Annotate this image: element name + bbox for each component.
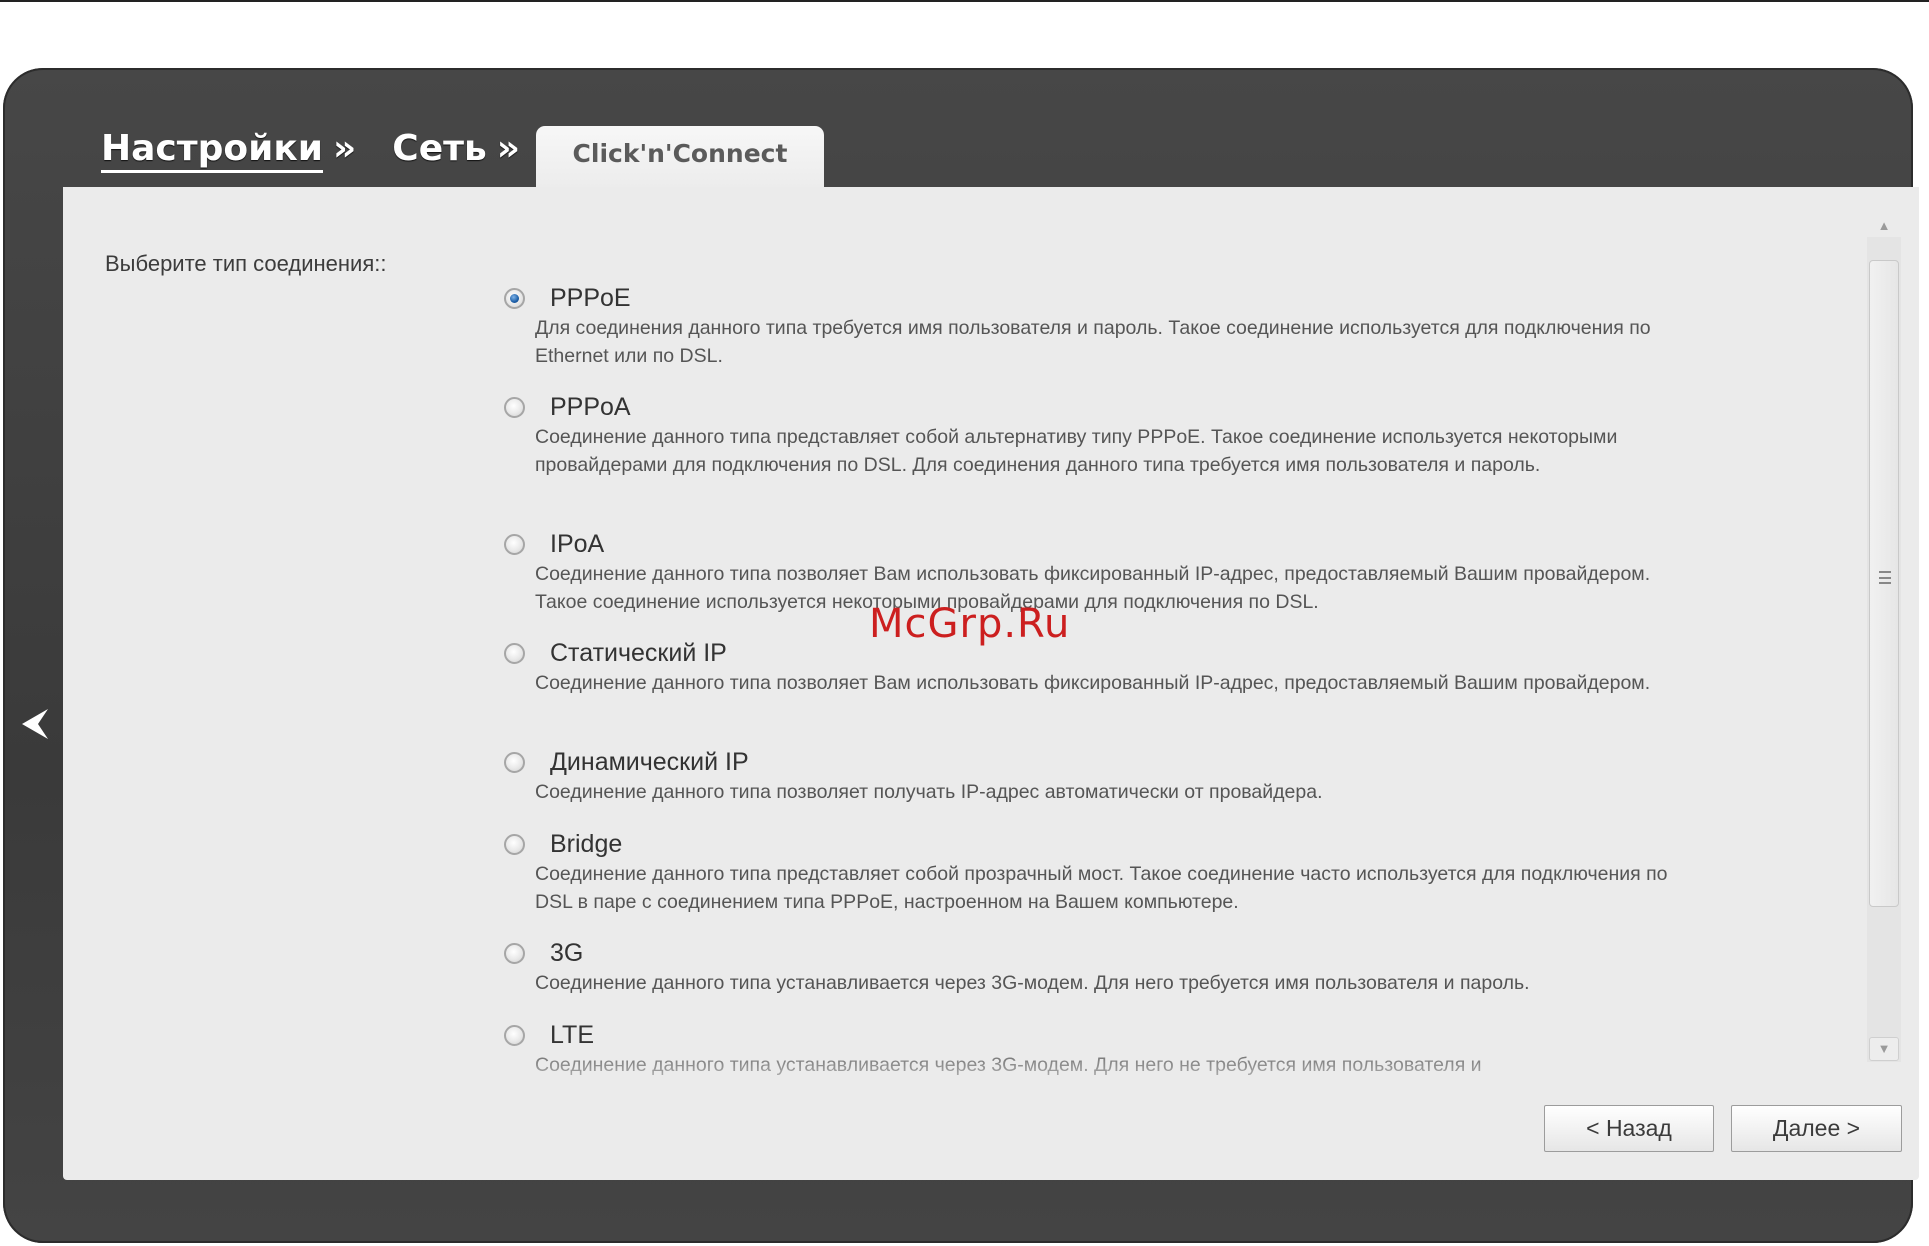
arrow-down-icon[interactable]: ▼ <box>1869 1037 1899 1061</box>
radio-dynamic-ip[interactable] <box>504 752 525 773</box>
option-title[interactable]: LTE <box>550 1021 594 1050</box>
option-title[interactable]: Статический IP <box>550 639 727 668</box>
radio-pppoa[interactable] <box>504 397 525 418</box>
tab-clicknconnect[interactable]: Click'n'Connect <box>536 126 824 188</box>
option-description: Для соединения данного типа требуется им… <box>535 317 1651 367</box>
option-description: Соединение данного типа устанавливается … <box>535 1054 1482 1076</box>
radio-bridge[interactable] <box>504 834 525 855</box>
back-button[interactable]: < Назад <box>1544 1105 1714 1152</box>
chevron-left-icon[interactable] <box>18 705 50 743</box>
breadcrumb-settings-link[interactable]: Настройки <box>101 128 324 173</box>
arrow-up-icon[interactable]: ▲ <box>1869 215 1899 239</box>
option-description: Соединение данного типа позволяет получа… <box>535 781 1323 803</box>
option-title[interactable]: PPPoE <box>550 284 631 313</box>
option-title[interactable]: Bridge <box>550 830 622 859</box>
breadcrumb: Настройки » Сеть » <box>101 128 520 173</box>
option-description: Соединение данного типа устанавливается … <box>535 972 1530 994</box>
vertical-scrollbar[interactable]: ▲ ▼ <box>1865 215 1903 1088</box>
option-description: Соединение данного типа позволяет Вам ис… <box>535 672 1651 694</box>
breadcrumb-separator: » <box>333 128 357 169</box>
option-title[interactable]: PPPoA <box>550 393 631 422</box>
option-description: Соединение данного типа позволяет Вам ис… <box>535 563 1651 613</box>
radio-pppoe[interactable] <box>504 288 525 309</box>
connection-type-label: Выберите тип соединения:: <box>105 251 387 276</box>
next-button[interactable]: Далее > <box>1731 1105 1902 1152</box>
breadcrumb-network-link[interactable]: Сеть <box>392 128 486 169</box>
option-title[interactable]: Динамический IP <box>550 748 749 777</box>
option-description: Соединение данного типа представляет соб… <box>535 426 1618 476</box>
top-rule <box>0 0 1929 2</box>
radio-3g[interactable] <box>504 943 525 964</box>
radio-ipoa[interactable] <box>504 534 525 555</box>
option-title[interactable]: IPoA <box>550 530 604 559</box>
breadcrumb-separator: » <box>496 128 521 169</box>
radio-lte[interactable] <box>504 1025 525 1046</box>
content-panel: Выберите тип соединения:: PPPoE Для соед… <box>63 187 1919 1180</box>
page: Настройки » Сеть » Click'n'Connect Выбер… <box>0 0 1929 1246</box>
watermark: McGrp.Ru <box>869 601 1071 647</box>
radio-static-ip[interactable] <box>504 643 525 664</box>
option-title[interactable]: 3G <box>550 939 583 968</box>
grip-lines-icon <box>1879 571 1891 584</box>
scroll-thumb[interactable] <box>1869 260 1899 907</box>
option-description: Соединение данного типа представляет соб… <box>535 863 1668 913</box>
